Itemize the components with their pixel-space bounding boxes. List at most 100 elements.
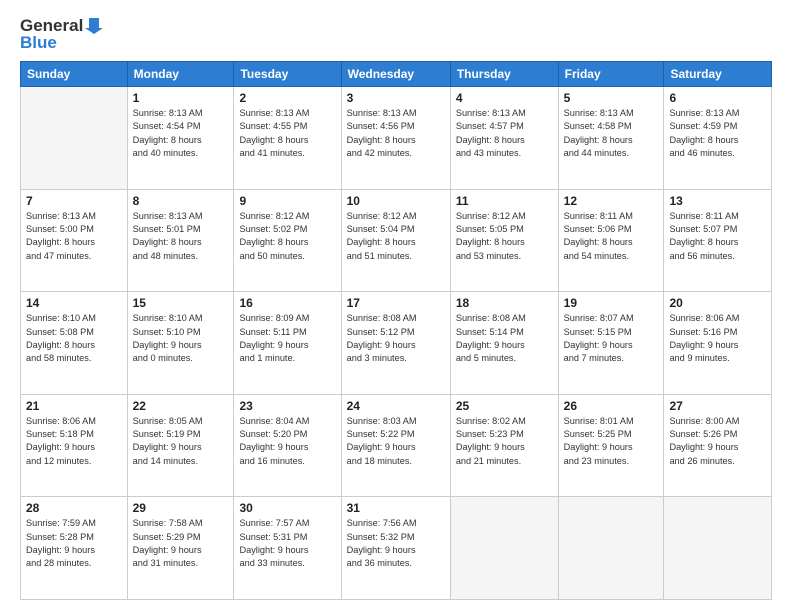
day-number: 4 [456, 91, 553, 105]
day-info: Sunrise: 7:56 AMSunset: 5:32 PMDaylight:… [347, 517, 445, 570]
header: General Blue [20, 16, 772, 51]
calendar-cell: 20 Sunrise: 8:06 AMSunset: 5:16 PMDayligh… [664, 292, 772, 395]
day-number: 8 [133, 194, 229, 208]
day-info: Sunrise: 8:10 AMSunset: 5:08 PMDaylight:… [26, 312, 122, 365]
day-info: Sunrise: 8:13 AMSunset: 4:57 PMDaylight:… [456, 107, 553, 160]
calendar-cell: 31 Sunrise: 7:56 AMSunset: 5:32 PMDayligh… [341, 497, 450, 600]
week-row-2: 7 Sunrise: 8:13 AMSunset: 5:00 PMDaylight… [21, 189, 772, 292]
weekday-tuesday: Tuesday [234, 62, 341, 87]
day-number: 18 [456, 296, 553, 310]
weekday-thursday: Thursday [450, 62, 558, 87]
logo-arrow-icon [85, 16, 103, 34]
week-row-1: 1Sunrise: 8:13 AMSunset: 4:54 PMDaylight… [21, 87, 772, 190]
day-info: Sunrise: 8:02 AMSunset: 5:23 PMDaylight:… [456, 415, 553, 468]
day-number: 17 [347, 296, 445, 310]
calendar-cell: 30 Sunrise: 7:57 AMSunset: 5:31 PMDayligh… [234, 497, 341, 600]
day-info: Sunrise: 8:08 AMSunset: 5:12 PMDaylight:… [347, 312, 445, 365]
day-number: 20 [669, 296, 766, 310]
day-info: Sunrise: 8:04 AMSunset: 5:20 PMDaylight:… [239, 415, 335, 468]
calendar-cell: 11 Sunrise: 8:12 AMSunset: 5:05 PMDayligh… [450, 189, 558, 292]
calendar-cell [558, 497, 664, 600]
day-number: 24 [347, 399, 445, 413]
day-number: 28 [26, 501, 122, 515]
day-info: Sunrise: 8:06 AMSunset: 5:18 PMDaylight:… [26, 415, 122, 468]
weekday-header-row: SundayMondayTuesdayWednesdayThursdayFrid… [21, 62, 772, 87]
day-info: Sunrise: 8:11 AMSunset: 5:06 PMDaylight:… [564, 210, 659, 263]
day-number: 11 [456, 194, 553, 208]
day-info: Sunrise: 8:13 AMSunset: 5:01 PMDaylight:… [133, 210, 229, 263]
day-number: 9 [239, 194, 335, 208]
day-info: Sunrise: 8:08 AMSunset: 5:14 PMDaylight:… [456, 312, 553, 365]
calendar-cell: 26 Sunrise: 8:01 AMSunset: 5:25 PMDayligh… [558, 394, 664, 497]
day-info: Sunrise: 8:13 AMSunset: 4:58 PMDaylight:… [564, 107, 659, 160]
calendar-cell: 25Sunrise: 8:02 AMSunset: 5:23 PMDayligh… [450, 394, 558, 497]
logo-general-text: General [20, 17, 83, 34]
calendar-cell: 8 Sunrise: 8:13 AMSunset: 5:01 PMDaylight… [127, 189, 234, 292]
day-info: Sunrise: 8:00 AMSunset: 5:26 PMDaylight:… [669, 415, 766, 468]
day-info: Sunrise: 8:10 AMSunset: 5:10 PMDaylight:… [133, 312, 229, 365]
day-number: 2 [239, 91, 335, 105]
day-info: Sunrise: 8:13 AMSunset: 4:59 PMDaylight:… [669, 107, 766, 160]
day-info: Sunrise: 8:06 AMSunset: 5:16 PMDaylight:… [669, 312, 766, 365]
day-number: 31 [347, 501, 445, 515]
calendar-cell: 27 Sunrise: 8:00 AMSunset: 5:26 PMDayligh… [664, 394, 772, 497]
calendar-cell [664, 497, 772, 600]
weekday-monday: Monday [127, 62, 234, 87]
weekday-wednesday: Wednesday [341, 62, 450, 87]
weekday-saturday: Saturday [664, 62, 772, 87]
day-info: Sunrise: 8:13 AMSunset: 4:56 PMDaylight:… [347, 107, 445, 160]
day-number: 19 [564, 296, 659, 310]
week-row-3: 14Sunrise: 8:10 AMSunset: 5:08 PMDayligh… [21, 292, 772, 395]
calendar-cell: 7 Sunrise: 8:13 AMSunset: 5:00 PMDaylight… [21, 189, 128, 292]
day-info: Sunrise: 8:03 AMSunset: 5:22 PMDaylight:… [347, 415, 445, 468]
day-info: Sunrise: 7:59 AMSunset: 5:28 PMDaylight:… [26, 517, 122, 570]
calendar-cell: 1Sunrise: 8:13 AMSunset: 4:54 PMDaylight… [127, 87, 234, 190]
calendar-cell: 29Sunrise: 7:58 AMSunset: 5:29 PMDayligh… [127, 497, 234, 600]
day-info: Sunrise: 8:12 AMSunset: 5:05 PMDaylight:… [456, 210, 553, 263]
calendar-cell: 13Sunrise: 8:11 AMSunset: 5:07 PMDayligh… [664, 189, 772, 292]
day-number: 30 [239, 501, 335, 515]
day-info: Sunrise: 7:57 AMSunset: 5:31 PMDaylight:… [239, 517, 335, 570]
calendar-cell: 6 Sunrise: 8:13 AMSunset: 4:59 PMDaylight… [664, 87, 772, 190]
day-info: Sunrise: 8:12 AMSunset: 5:02 PMDaylight:… [239, 210, 335, 263]
day-number: 21 [26, 399, 122, 413]
calendar-cell: 4 Sunrise: 8:13 AMSunset: 4:57 PMDaylight… [450, 87, 558, 190]
day-number: 5 [564, 91, 659, 105]
calendar-cell: 5 Sunrise: 8:13 AMSunset: 4:58 PMDaylight… [558, 87, 664, 190]
day-number: 27 [669, 399, 766, 413]
day-number: 3 [347, 91, 445, 105]
day-info: Sunrise: 8:09 AMSunset: 5:11 PMDaylight:… [239, 312, 335, 365]
day-number: 26 [564, 399, 659, 413]
day-number: 10 [347, 194, 445, 208]
calendar-table: SundayMondayTuesdayWednesdayThursdayFrid… [20, 61, 772, 600]
calendar-cell: 3 Sunrise: 8:13 AMSunset: 4:56 PMDaylight… [341, 87, 450, 190]
calendar-cell: 10Sunrise: 8:12 AMSunset: 5:04 PMDayligh… [341, 189, 450, 292]
calendar-cell: 14Sunrise: 8:10 AMSunset: 5:08 PMDayligh… [21, 292, 128, 395]
logo-blue-text: Blue [20, 34, 103, 51]
day-number: 16 [239, 296, 335, 310]
logo: General Blue [20, 16, 103, 51]
day-number: 15 [133, 296, 229, 310]
weekday-sunday: Sunday [21, 62, 128, 87]
day-number: 1 [133, 91, 229, 105]
day-info: Sunrise: 8:01 AMSunset: 5:25 PMDaylight:… [564, 415, 659, 468]
week-row-4: 21 Sunrise: 8:06 AMSunset: 5:18 PMDayligh… [21, 394, 772, 497]
calendar-cell: 22Sunrise: 8:05 AMSunset: 5:19 PMDayligh… [127, 394, 234, 497]
calendar-cell: 12 Sunrise: 8:11 AMSunset: 5:06 PMDayligh… [558, 189, 664, 292]
calendar-cell: 2 Sunrise: 8:13 AMSunset: 4:55 PMDaylight… [234, 87, 341, 190]
week-row-5: 28 Sunrise: 7:59 AMSunset: 5:28 PMDayligh… [21, 497, 772, 600]
day-info: Sunrise: 8:13 AMSunset: 5:00 PMDaylight:… [26, 210, 122, 263]
calendar-cell: 9 Sunrise: 8:12 AMSunset: 5:02 PMDaylight… [234, 189, 341, 292]
day-number: 29 [133, 501, 229, 515]
calendar-cell: 15 Sunrise: 8:10 AMSunset: 5:10 PMDayligh… [127, 292, 234, 395]
day-number: 12 [564, 194, 659, 208]
calendar-cell: 24 Sunrise: 8:03 AMSunset: 5:22 PMDayligh… [341, 394, 450, 497]
day-number: 7 [26, 194, 122, 208]
weekday-friday: Friday [558, 62, 664, 87]
day-number: 22 [133, 399, 229, 413]
calendar-cell: 28 Sunrise: 7:59 AMSunset: 5:28 PMDayligh… [21, 497, 128, 600]
day-info: Sunrise: 8:11 AMSunset: 5:07 PMDaylight:… [669, 210, 766, 263]
calendar-cell: 23Sunrise: 8:04 AMSunset: 5:20 PMDayligh… [234, 394, 341, 497]
day-number: 6 [669, 91, 766, 105]
day-info: Sunrise: 8:13 AMSunset: 4:55 PMDaylight:… [239, 107, 335, 160]
